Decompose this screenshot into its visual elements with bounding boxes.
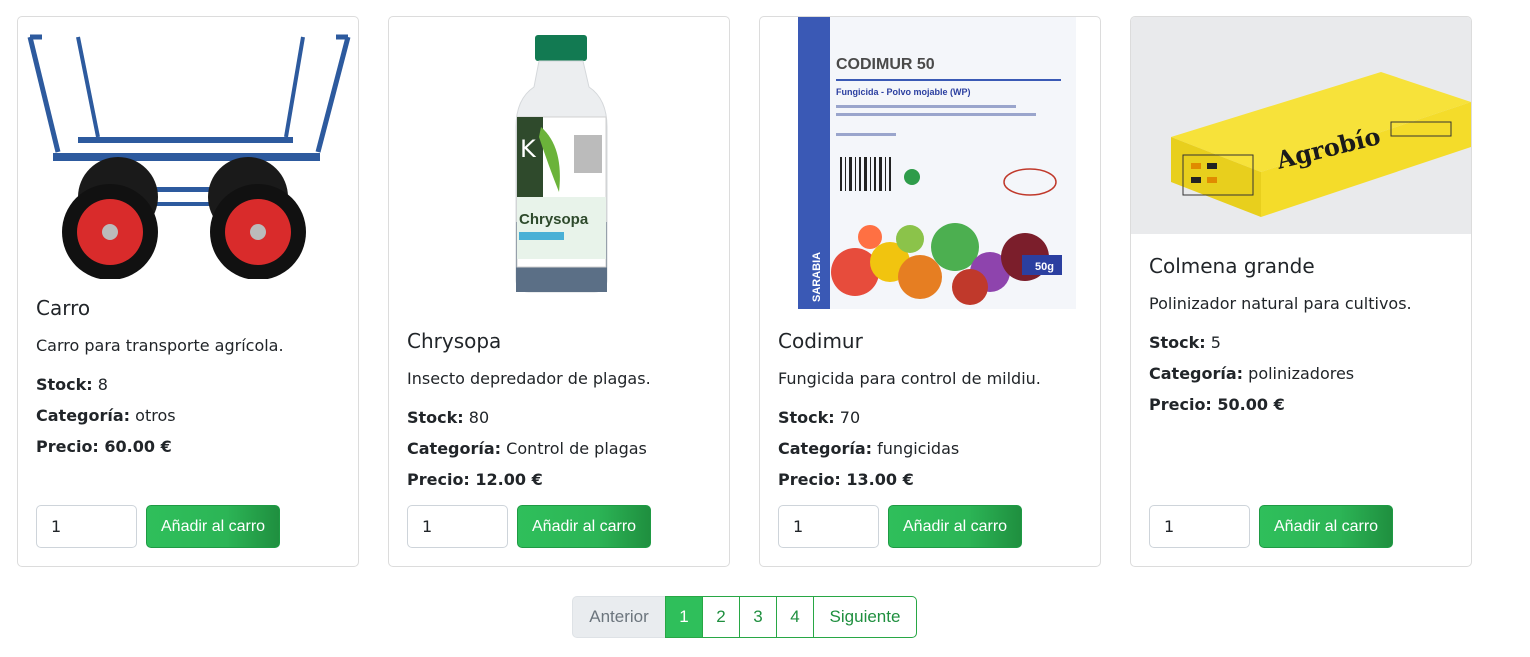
price-value: 13.00 € bbox=[846, 470, 914, 489]
category-value: Control de plagas bbox=[506, 439, 647, 458]
product-category: Categoría: otros bbox=[36, 405, 340, 427]
product-image-codimur: SARABIA CODIMUR 50 Fungicida - Polvo moj… bbox=[760, 17, 1100, 313]
product-stock: Stock: 5 bbox=[1149, 332, 1453, 354]
quantity-input[interactable] bbox=[36, 505, 137, 548]
pagination-page-2[interactable]: 2 bbox=[702, 596, 740, 638]
beehive-box-illustration: Agrobío bbox=[1171, 72, 1471, 217]
product-card: Agrobío Colmena grande Polinizador natur… bbox=[1130, 16, 1472, 567]
pagination: Anterior 1 2 3 4 Siguiente bbox=[572, 596, 917, 638]
add-to-cart-button[interactable]: Añadir al carro bbox=[146, 505, 281, 548]
product-stock: Stock: 8 bbox=[36, 374, 340, 396]
bottle-brand-text: Chrysopa bbox=[519, 211, 589, 228]
packet-subheading: Fungicida - Polvo mojable (WP) bbox=[836, 87, 971, 97]
product-description: Carro para transporte agrícola. bbox=[36, 336, 284, 355]
price-label: Precio: bbox=[407, 470, 470, 489]
product-image-beehive: Agrobío bbox=[1131, 17, 1471, 234]
product-price: Precio: 13.00 € bbox=[778, 469, 1082, 491]
category-label: Categoría: bbox=[407, 439, 502, 458]
product-category: Categoría: Control de plagas bbox=[407, 438, 711, 460]
product-price: Precio: 60.00 € bbox=[36, 436, 340, 458]
add-to-cart-button[interactable]: Añadir al carro bbox=[517, 505, 652, 548]
stock-label: Stock: bbox=[36, 375, 93, 394]
product-price: Precio: 50.00 € bbox=[1149, 394, 1453, 416]
product-stock: Stock: 70 bbox=[778, 407, 1082, 429]
product-image-cart bbox=[18, 17, 358, 279]
product-stock: Stock: 80 bbox=[407, 407, 711, 429]
packet-illustration: SARABIA CODIMUR 50 Fungicida - Polvo moj… bbox=[798, 17, 1076, 309]
stock-label: Stock: bbox=[1149, 333, 1206, 352]
buy-row: Añadir al carro bbox=[36, 505, 281, 548]
stock-label: Stock: bbox=[407, 408, 464, 427]
stock-label: Stock: bbox=[778, 408, 835, 427]
pagination-next[interactable]: Siguiente bbox=[813, 596, 917, 638]
stock-value: 70 bbox=[839, 408, 861, 427]
category-label: Categoría: bbox=[778, 439, 873, 458]
price-value: 50.00 € bbox=[1217, 395, 1285, 414]
stock-value: 5 bbox=[1210, 333, 1221, 352]
product-description: Polinizador natural para cultivos. bbox=[1149, 294, 1412, 313]
price-value: 60.00 € bbox=[104, 437, 172, 456]
product-image-chrysopa: K Chrysopa bbox=[389, 17, 729, 313]
product-title: Codimur bbox=[778, 329, 863, 353]
product-card: Carro Carro para transporte agrícola. St… bbox=[17, 16, 359, 567]
price-label: Precio: bbox=[36, 437, 99, 456]
packet-side-text: SARABIA bbox=[811, 252, 823, 302]
cart-illustration bbox=[27, 34, 351, 279]
pagination-prev[interactable]: Anterior bbox=[572, 596, 666, 638]
add-to-cart-button[interactable]: Añadir al carro bbox=[888, 505, 1023, 548]
packet-weight: 50g bbox=[1035, 261, 1054, 273]
category-value: otros bbox=[135, 406, 176, 425]
product-category: Categoría: fungicidas bbox=[778, 438, 1082, 460]
price-label: Precio: bbox=[1149, 395, 1212, 414]
quantity-input[interactable] bbox=[778, 505, 879, 548]
quantity-input[interactable] bbox=[1149, 505, 1250, 548]
price-value: 12.00 € bbox=[475, 470, 543, 489]
product-description: Insecto depredador de plagas. bbox=[407, 369, 651, 388]
product-description: Fungicida para control de mildiu. bbox=[778, 369, 1041, 388]
product-title: Carro bbox=[36, 296, 91, 320]
stock-value: 80 bbox=[468, 408, 490, 427]
bottle-logo: K bbox=[520, 135, 537, 163]
product-card: K Chrysopa Chrysopa Insecto depredador d… bbox=[388, 16, 730, 567]
product-title: Colmena grande bbox=[1149, 254, 1315, 278]
quantity-input[interactable] bbox=[407, 505, 508, 548]
product-category: Categoría: polinizadores bbox=[1149, 363, 1453, 385]
pagination-page-4[interactable]: 4 bbox=[776, 596, 814, 638]
buy-row: Añadir al carro bbox=[778, 505, 1023, 548]
bottle-illustration: K Chrysopa bbox=[515, 35, 608, 293]
product-title: Chrysopa bbox=[407, 329, 502, 353]
add-to-cart-button[interactable]: Añadir al carro bbox=[1259, 505, 1394, 548]
category-value: polinizadores bbox=[1248, 364, 1355, 383]
product-card: SARABIA CODIMUR 50 Fungicida - Polvo moj… bbox=[759, 16, 1101, 567]
product-price: Precio: 12.00 € bbox=[407, 469, 711, 491]
packet-heading: CODIMUR 50 bbox=[836, 56, 935, 73]
price-label: Precio: bbox=[778, 470, 841, 489]
buy-row: Añadir al carro bbox=[407, 505, 652, 548]
category-value: fungicidas bbox=[877, 439, 960, 458]
stock-value: 8 bbox=[97, 375, 108, 394]
category-label: Categoría: bbox=[1149, 364, 1244, 383]
category-label: Categoría: bbox=[36, 406, 131, 425]
pagination-page-3[interactable]: 3 bbox=[739, 596, 777, 638]
pagination-page-1[interactable]: 1 bbox=[665, 596, 703, 638]
buy-row: Añadir al carro bbox=[1149, 505, 1394, 548]
